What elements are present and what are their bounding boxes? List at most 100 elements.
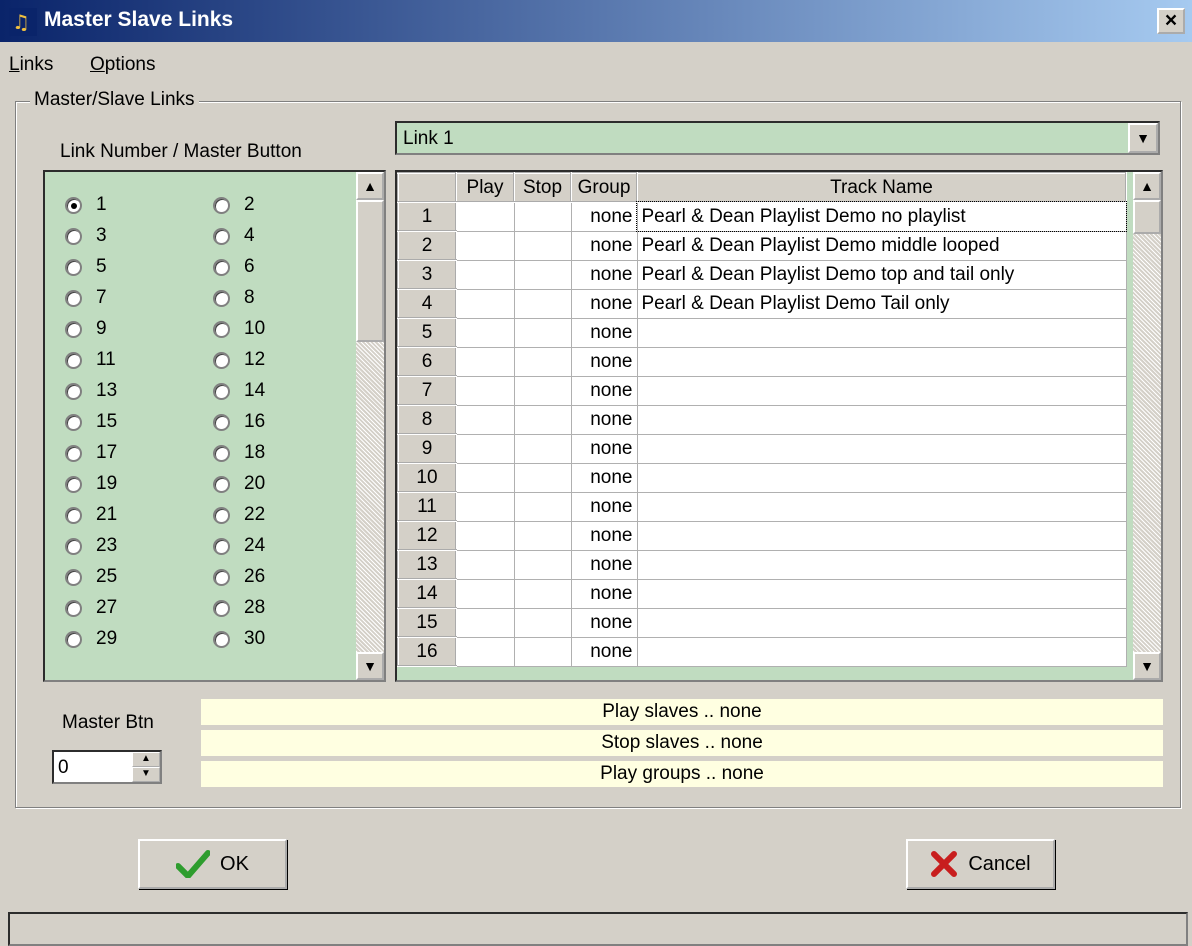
- group-cell[interactable]: none: [570, 346, 638, 377]
- radio-circle-icon[interactable]: [213, 630, 230, 648]
- radio-link-25[interactable]: 25: [65, 562, 117, 592]
- radio-circle-icon[interactable]: [213, 599, 230, 617]
- radio-circle-icon[interactable]: [65, 568, 82, 586]
- group-cell[interactable]: none: [570, 636, 638, 667]
- radio-link-1[interactable]: 1: [65, 190, 107, 220]
- table-row[interactable]: 7 none: [397, 375, 1127, 406]
- radio-link-14[interactable]: 14: [213, 376, 265, 406]
- stop-cell[interactable]: [513, 462, 572, 493]
- radio-link-22[interactable]: 22: [213, 500, 265, 530]
- stop-cell[interactable]: [513, 288, 572, 319]
- track-name-cell[interactable]: Pearl & Dean Playlist Demo top and tail …: [636, 259, 1127, 290]
- track-name-cell[interactable]: [636, 636, 1127, 667]
- radio-circle-icon[interactable]: [213, 568, 230, 586]
- radio-link-3[interactable]: 3: [65, 221, 107, 251]
- radio-circle-icon[interactable]: [65, 444, 82, 462]
- track-name-cell[interactable]: [636, 375, 1127, 406]
- radio-circle-icon[interactable]: [213, 351, 230, 369]
- cancel-button[interactable]: Cancel: [906, 839, 1055, 889]
- play-cell[interactable]: [455, 404, 515, 435]
- scroll-down-icon[interactable]: ▼: [1133, 652, 1161, 680]
- row-number[interactable]: 2: [397, 230, 457, 261]
- radio-link-5[interactable]: 5: [65, 252, 107, 282]
- link-select[interactable]: Link 1 ▼: [395, 121, 1160, 155]
- play-cell[interactable]: [455, 288, 515, 319]
- radio-link-30[interactable]: 30: [213, 624, 265, 654]
- radio-circle-icon[interactable]: [65, 320, 82, 338]
- tracks-scrollbar[interactable]: ▲ ▼: [1133, 172, 1161, 680]
- row-number[interactable]: 14: [397, 578, 457, 609]
- stop-cell[interactable]: [513, 230, 572, 261]
- scroll-down-icon[interactable]: ▼: [356, 652, 384, 680]
- group-cell[interactable]: none: [570, 404, 638, 435]
- row-number[interactable]: 6: [397, 346, 457, 377]
- radio-circle-icon[interactable]: [65, 537, 82, 555]
- track-name-cell[interactable]: [636, 578, 1127, 609]
- play-cell[interactable]: [455, 346, 515, 377]
- radio-circle-icon[interactable]: [213, 196, 230, 214]
- play-cell[interactable]: [455, 259, 515, 290]
- row-number[interactable]: 10: [397, 462, 457, 493]
- row-number[interactable]: 8: [397, 404, 457, 435]
- radio-circle-icon[interactable]: [213, 413, 230, 431]
- radio-link-7[interactable]: 7: [65, 283, 107, 313]
- radio-circle-icon[interactable]: [65, 413, 82, 431]
- table-row[interactable]: 8 none: [397, 404, 1127, 435]
- radio-link-6[interactable]: 6: [213, 252, 255, 282]
- radio-circle-icon[interactable]: [213, 289, 230, 307]
- play-cell[interactable]: [455, 578, 515, 609]
- radio-circle-icon[interactable]: [213, 258, 230, 276]
- radio-link-9[interactable]: 9: [65, 314, 107, 344]
- radio-link-23[interactable]: 23: [65, 531, 117, 561]
- spin-down-icon[interactable]: ▼: [132, 767, 160, 782]
- table-row[interactable]: 12 none: [397, 520, 1127, 551]
- header-group[interactable]: Group: [570, 172, 638, 203]
- radio-circle-icon[interactable]: [65, 227, 82, 245]
- header-play[interactable]: Play: [455, 172, 515, 203]
- radio-circle-icon[interactable]: [65, 630, 82, 648]
- radio-circle-icon[interactable]: [65, 258, 82, 276]
- radio-link-28[interactable]: 28: [213, 593, 265, 623]
- table-row[interactable]: 16 none: [397, 636, 1127, 667]
- track-name-cell[interactable]: [636, 317, 1127, 348]
- play-cell[interactable]: [455, 433, 515, 464]
- stop-cell[interactable]: [513, 346, 572, 377]
- stop-cell[interactable]: [513, 375, 572, 406]
- menu-options[interactable]: Options: [90, 54, 155, 76]
- master-btn-spinner[interactable]: 0 ▲ ▼: [52, 750, 162, 784]
- radio-link-20[interactable]: 20: [213, 469, 265, 499]
- play-cell[interactable]: [455, 636, 515, 667]
- radio-link-29[interactable]: 29: [65, 624, 117, 654]
- play-cell[interactable]: [455, 375, 515, 406]
- track-name-cell[interactable]: Pearl & Dean Playlist Demo no playlist: [636, 201, 1127, 232]
- radio-circle-icon[interactable]: [213, 506, 230, 524]
- table-row[interactable]: 11 none: [397, 491, 1127, 522]
- spin-up-icon[interactable]: ▲: [132, 752, 160, 767]
- radio-circle-icon[interactable]: [213, 382, 230, 400]
- stop-cell[interactable]: [513, 433, 572, 464]
- radio-link-15[interactable]: 15: [65, 407, 117, 437]
- row-number[interactable]: 13: [397, 549, 457, 580]
- row-number[interactable]: 1: [397, 201, 457, 232]
- scroll-up-icon[interactable]: ▲: [1133, 172, 1161, 200]
- table-row[interactable]: 4 none Pearl & Dean Playlist Demo Tail onl…: [397, 288, 1127, 319]
- ok-button[interactable]: OK: [138, 839, 287, 889]
- stop-cell[interactable]: [513, 549, 572, 580]
- close-button[interactable]: ×: [1157, 8, 1185, 34]
- radio-circle-icon[interactable]: [213, 537, 230, 555]
- radio-circle-icon[interactable]: [213, 320, 230, 338]
- radio-link-21[interactable]: 21: [65, 500, 117, 530]
- radio-link-18[interactable]: 18: [213, 438, 265, 468]
- scroll-thumb[interactable]: [356, 200, 384, 342]
- scroll-thumb[interactable]: [1133, 200, 1161, 234]
- stop-cell[interactable]: [513, 491, 572, 522]
- track-name-cell[interactable]: [636, 404, 1127, 435]
- group-cell[interactable]: none: [570, 462, 638, 493]
- play-cell[interactable]: [455, 520, 515, 551]
- table-row[interactable]: 5 none: [397, 317, 1127, 348]
- stop-cell[interactable]: [513, 520, 572, 551]
- group-cell[interactable]: none: [570, 549, 638, 580]
- table-row[interactable]: 14 none: [397, 578, 1127, 609]
- stop-cell[interactable]: [513, 636, 572, 667]
- stop-cell[interactable]: [513, 578, 572, 609]
